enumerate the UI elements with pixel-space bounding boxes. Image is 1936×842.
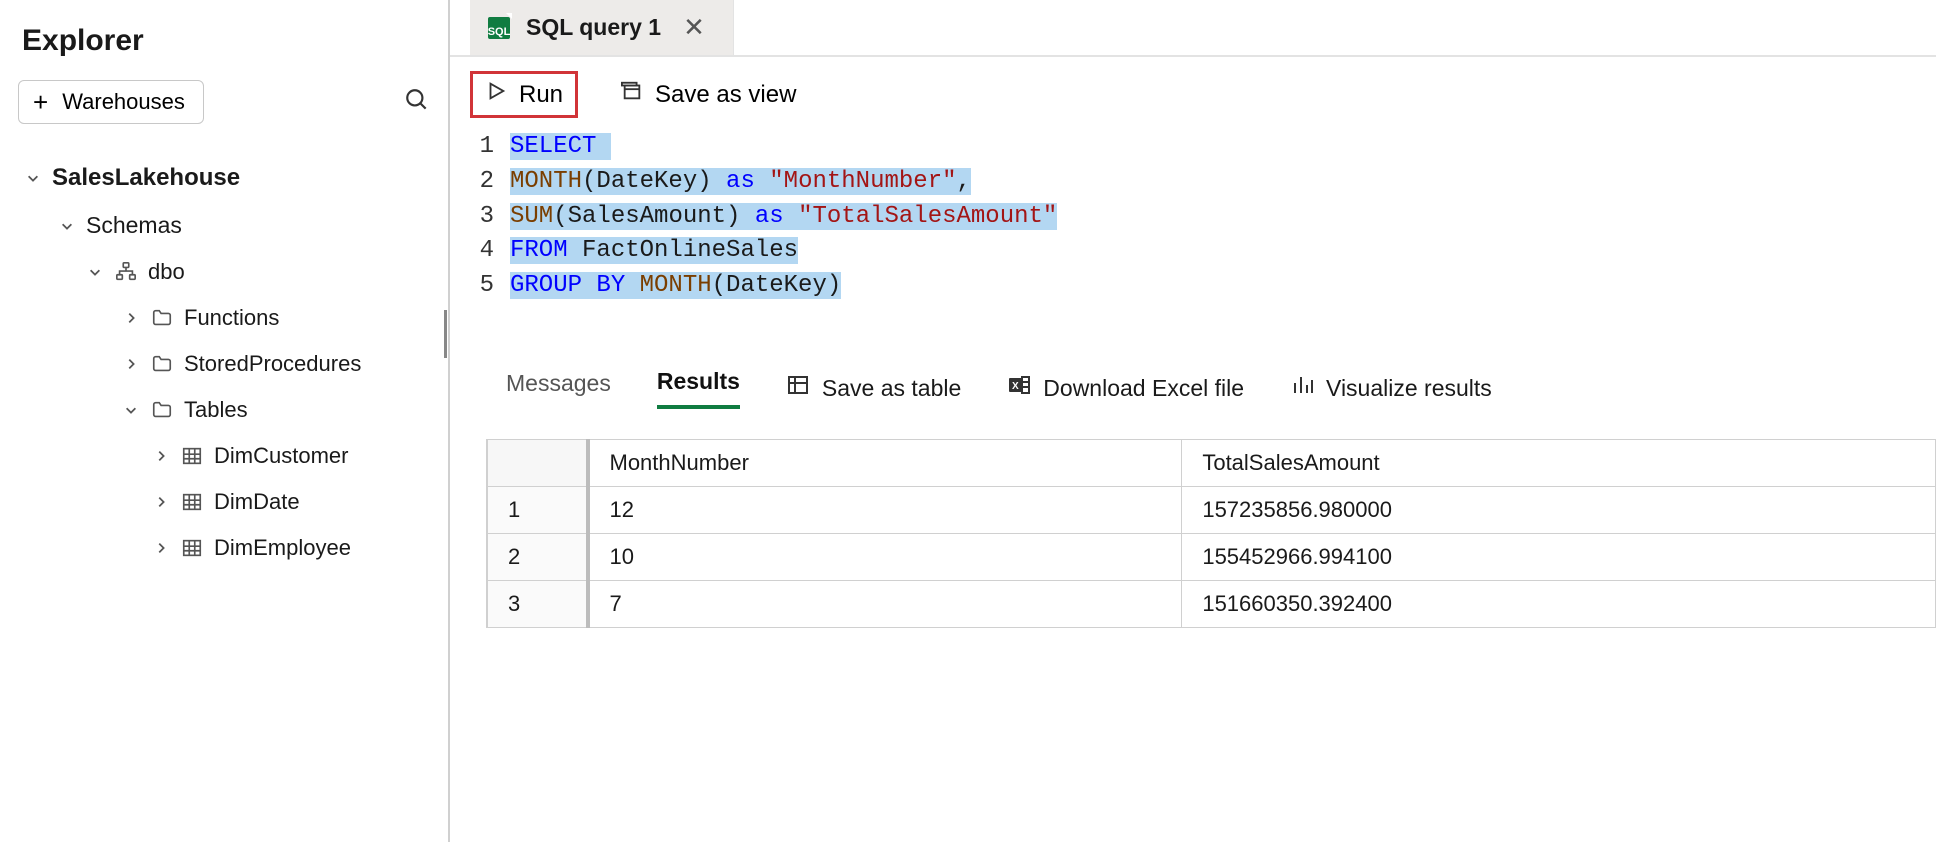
visualize-label: Visualize results [1326,375,1492,402]
chevron-down-icon [58,219,76,233]
folder-icon [150,307,174,329]
line-gutter: 12345 [450,130,510,304]
schema-icon [114,261,138,283]
tree-node-table[interactable]: DimEmployee [18,525,430,571]
tree-node-functions[interactable]: Functions [18,295,430,341]
cell[interactable]: 151660350.392400 [1182,580,1936,627]
download-excel-button[interactable]: X Download Excel file [1007,373,1244,403]
chevron-right-icon [122,311,140,325]
add-warehouses-button[interactable]: + Warehouses [18,80,204,124]
row-number: 1 [488,486,588,533]
tree-label: Schemas [86,212,182,239]
tab-sql-query[interactable]: SQL SQL query 1 ✕ [470,0,734,55]
results-grid[interactable]: MonthNumber TotalSalesAmount 11215723585… [486,439,1936,628]
tree-node-dbo[interactable]: dbo [18,249,430,295]
chevron-right-icon [152,449,170,463]
tree-node-schemas[interactable]: Schemas [18,202,430,249]
tab-label: SQL query 1 [526,14,661,41]
svg-text:X: X [1012,381,1019,392]
save-as-table-button[interactable]: Save as table [786,373,961,403]
tree-node-tables[interactable]: Tables [18,387,430,433]
editor-toolbar: Run Save as view [450,57,1936,128]
save-view-icon [621,80,643,109]
tree-label: DimDate [214,489,300,515]
explorer-panel: Explorer + Warehouses SalesLakehouse Sch… [0,0,450,842]
play-icon [485,80,507,109]
code-line[interactable]: FROM FactOnlineSales [510,234,1057,269]
table-icon [786,373,810,403]
tree-node-table[interactable]: DimCustomer [18,433,430,479]
column-header[interactable]: MonthNumber [588,439,1182,486]
run-label: Run [519,81,563,109]
main-area: SQL SQL query 1 ✕ Run Save as view 12345… [450,0,1936,842]
cell[interactable]: 155452966.994100 [1182,533,1936,580]
code-line[interactable]: GROUP BY MONTH(DateKey) [510,269,1057,304]
tree-label: Functions [184,305,279,331]
download-label: Download Excel file [1043,375,1244,402]
table-icon [180,445,204,467]
column-header[interactable]: TotalSalesAmount [1182,439,1936,486]
cell[interactable]: 12 [588,486,1182,533]
excel-icon: X [1007,373,1031,403]
table-row[interactable]: 112157235856.980000 [488,486,1936,533]
chevron-down-icon [86,265,104,279]
chevron-down-icon [24,171,42,185]
search-icon[interactable] [404,87,430,118]
visualize-results-button[interactable]: Visualize results [1290,373,1492,403]
tab-messages[interactable]: Messages [506,370,611,407]
plus-icon: + [33,89,48,115]
pane-splitter[interactable] [450,334,1936,338]
tree-label: dbo [148,259,185,285]
folder-icon [150,399,174,421]
row-number: 3 [488,580,588,627]
results-toolbar: Messages Results Save as table X Downloa [450,338,1936,419]
close-icon[interactable]: ✕ [677,12,711,43]
save-table-label: Save as table [822,375,961,402]
chart-icon [1290,373,1314,403]
tab-results[interactable]: Results [657,368,740,409]
sql-editor[interactable]: 12345 SELECT MONTH(DateKey) as "MonthNum… [450,128,1936,334]
tree-label: DimEmployee [214,535,351,561]
tree-label: SalesLakehouse [52,164,240,192]
cell[interactable]: 7 [588,580,1182,627]
explorer-title: Explorer [18,24,430,58]
cell[interactable]: 10 [588,533,1182,580]
run-button[interactable]: Run [470,71,578,118]
tree-node-table[interactable]: DimDate [18,479,430,525]
warehouses-label: Warehouses [62,89,185,115]
tab-strip: SQL SQL query 1 ✕ [450,0,1936,57]
tree-label: DimCustomer [214,443,348,469]
table-icon [180,537,204,559]
save-as-view-button[interactable]: Save as view [606,71,811,118]
tree-node-storedprocedures[interactable]: StoredProcedures [18,341,430,387]
explorer-tree: SalesLakehouse Schemas dbo [18,154,430,571]
chevron-down-icon [122,403,140,417]
folder-icon [150,353,174,375]
row-number-header [488,439,588,486]
chevron-right-icon [152,541,170,555]
cell[interactable]: 157235856.980000 [1182,486,1936,533]
chevron-right-icon [122,357,140,371]
code-line[interactable]: SUM(SalesAmount) as "TotalSalesAmount" [510,200,1057,235]
tree-label: StoredProcedures [184,351,361,377]
code-area[interactable]: SELECT MONTH(DateKey) as "MonthNumber",S… [510,130,1057,304]
table-icon [180,491,204,513]
table-row[interactable]: 37151660350.392400 [488,580,1936,627]
code-line[interactable]: MONTH(DateKey) as "MonthNumber", [510,165,1057,200]
tree-label: Tables [184,397,248,423]
code-line[interactable]: SELECT [510,130,1057,165]
table-row[interactable]: 210155452966.994100 [488,533,1936,580]
tree-node-lakehouse[interactable]: SalesLakehouse [18,154,430,202]
save-view-label: Save as view [655,81,796,109]
row-number: 2 [488,533,588,580]
chevron-right-icon [152,495,170,509]
sql-file-icon: SQL [488,17,510,39]
